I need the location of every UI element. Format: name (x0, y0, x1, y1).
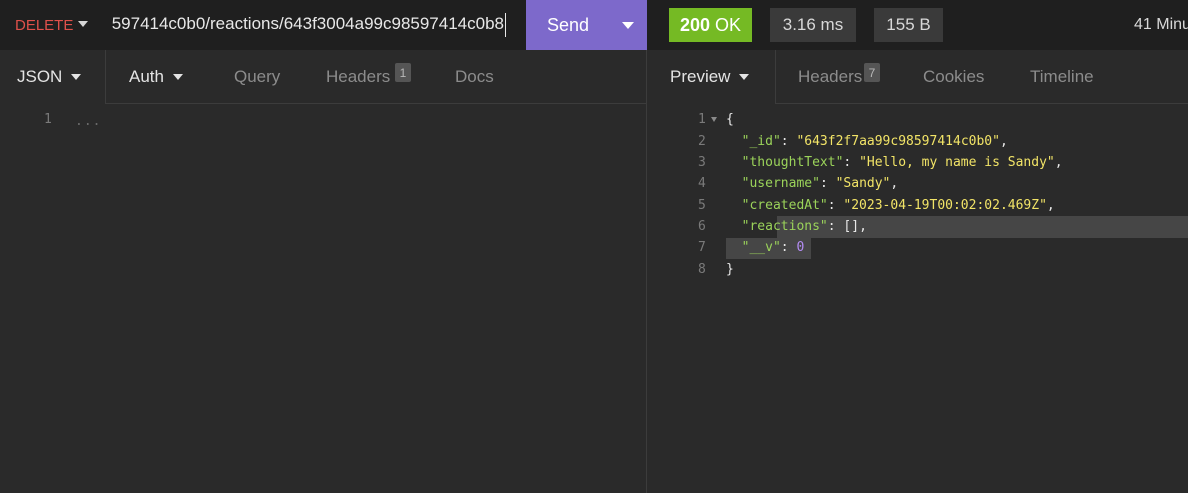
line-number: 4 (698, 176, 706, 191)
line-number: 2 (698, 134, 706, 149)
line-number: 6 (698, 219, 706, 234)
tab-response-headers[interactable]: Headers (798, 50, 862, 104)
tab-preview[interactable]: Preview (670, 50, 750, 104)
line-number: 1 (698, 112, 706, 127)
json-key: "_id" (741, 134, 781, 149)
status-badge: 200 OK (669, 8, 752, 42)
send-button[interactable]: Send (526, 0, 647, 50)
request-headers-count-badge: 1 (395, 63, 411, 82)
code-line: "thoughtText": "Hello, my name is Sandy"… (741, 155, 1063, 170)
json-brace: } (726, 262, 734, 277)
json-key: "username" (741, 176, 820, 191)
line-number: 8 (698, 262, 706, 277)
json-punct: , (890, 176, 899, 191)
json-punct: , (1046, 198, 1055, 213)
tab-cookies[interactable]: Cookies (923, 50, 984, 104)
text-cursor (505, 13, 506, 37)
chevron-down-icon (71, 74, 82, 80)
status-text: OK (715, 14, 742, 35)
tab-auth[interactable]: Auth (129, 50, 183, 104)
line-number: 7 (698, 240, 706, 255)
method-dropdown[interactable]: DELETE (0, 0, 95, 50)
response-time-badge: 3.16 ms (770, 8, 856, 42)
chevron-down-icon[interactable] (622, 22, 634, 29)
code-line: "createdAt": "2023-04-19T00:02:02.469Z", (741, 198, 1055, 213)
json-key: "__v" (741, 240, 781, 255)
line-number: 5 (698, 198, 706, 213)
request-body-placeholder[interactable]: ... (75, 114, 101, 129)
response-headers-count-badge: 7 (864, 63, 880, 82)
chevron-down-icon (739, 74, 750, 80)
tab-body-type[interactable]: JSON (17, 50, 82, 104)
tab-body-type-label: JSON (17, 67, 63, 86)
json-key: "createdAt" (741, 198, 828, 213)
pane-divider[interactable] (646, 50, 647, 493)
json-brace: { (726, 112, 734, 127)
code-line: "_id": "643f2f7aa99c98597414c0b0", (741, 134, 1008, 149)
request-tab-separator (105, 50, 106, 104)
status-code: 200 (679, 14, 711, 35)
line-number: 1 (44, 112, 52, 127)
json-value: [] (843, 219, 860, 234)
fold-arrow-icon[interactable] (711, 117, 717, 122)
response-size-badge: 155 B (874, 8, 943, 42)
line-number: 3 (698, 155, 706, 170)
response-tab-separator (775, 50, 776, 104)
json-key: "reactions" (741, 219, 828, 234)
code-line: "reactions": [], (741, 219, 867, 234)
json-punct: , (999, 134, 1008, 149)
json-key: "thoughtText" (741, 155, 844, 170)
tab-preview-label: Preview (670, 67, 731, 86)
url-input[interactable]: 597414c0b0/reactions/643f3004a99c9859741… (95, 0, 526, 50)
json-punct: , (1054, 155, 1063, 170)
json-value: "Hello, my name is Sandy" (859, 155, 1055, 170)
chevron-down-icon (78, 21, 88, 27)
code-line: "__v": 0 (741, 240, 805, 255)
chevron-down-icon (172, 74, 183, 80)
tab-docs[interactable]: Docs (455, 50, 494, 104)
url-text: 597414c0b0/reactions/643f3004a99c9859741… (111, 14, 504, 33)
json-value: "643f2f7aa99c98597414c0b0" (796, 134, 1000, 149)
tab-request-headers[interactable]: Headers (326, 50, 390, 104)
json-value: 0 (796, 240, 805, 255)
json-value: "2023-04-19T00:02:02.469Z" (843, 198, 1047, 213)
request-bar: DELETE 597414c0b0/reactions/643f3004a99c… (0, 0, 1188, 50)
tab-query[interactable]: Query (234, 50, 280, 104)
tab-auth-label: Auth (129, 67, 164, 86)
tab-timeline[interactable]: Timeline (1030, 50, 1094, 104)
method-label: DELETE (15, 16, 74, 34)
json-value: "Sandy" (835, 176, 891, 191)
send-label: Send (547, 14, 590, 35)
code-line: "username": "Sandy", (741, 176, 899, 191)
response-age-label[interactable]: 41 Minu (1134, 16, 1188, 34)
json-punct: , (859, 219, 867, 234)
code-line: { (726, 112, 734, 127)
code-line: } (726, 262, 734, 277)
